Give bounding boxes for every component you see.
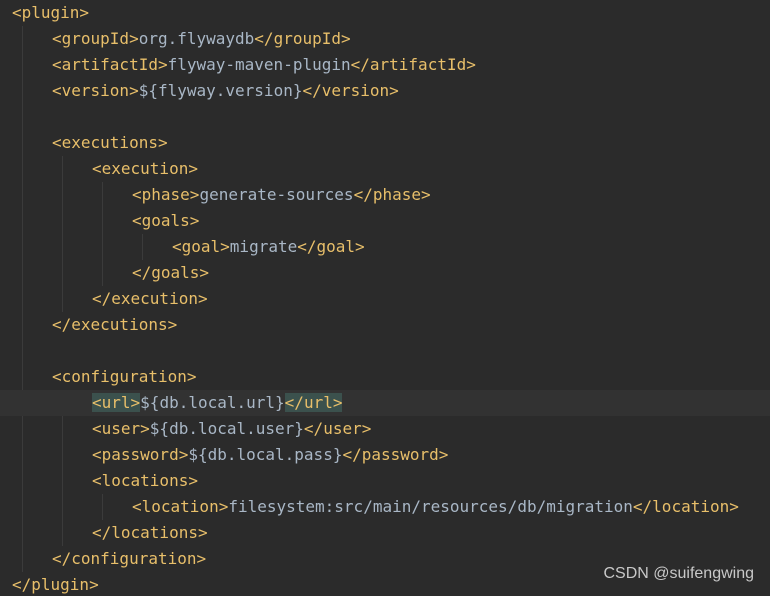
code-line[interactable]: </executions> bbox=[0, 312, 770, 338]
code-line[interactable]: <plugin> bbox=[0, 0, 770, 26]
code-line[interactable]: <location>filesystem:src/main/resources/… bbox=[0, 494, 770, 520]
xml-value: migrate bbox=[229, 237, 298, 256]
xml-tag: <executions> bbox=[52, 133, 168, 152]
code-line[interactable]: <configuration> bbox=[0, 364, 770, 390]
xml-tag: </artifactId> bbox=[350, 55, 476, 74]
code-line-current[interactable]: <url>${db.local.url}</url> bbox=[0, 390, 770, 416]
xml-tag: <artifactId> bbox=[52, 55, 168, 74]
xml-tag: </phase> bbox=[353, 185, 431, 204]
xml-tag: </password> bbox=[342, 445, 449, 464]
code-line[interactable]: <goals> bbox=[0, 208, 770, 234]
xml-tag: <execution> bbox=[92, 159, 198, 178]
xml-tag: </goals> bbox=[132, 263, 210, 282]
code-editor[interactable]: <plugin> <groupId>org.flywaydb</groupId>… bbox=[0, 0, 770, 596]
xml-value: ${db.local.url} bbox=[140, 393, 285, 412]
xml-tag: </groupId> bbox=[254, 29, 351, 48]
code-line[interactable]: <password>${db.local.pass}</password> bbox=[0, 442, 770, 468]
code-line-empty[interactable] bbox=[0, 104, 770, 130]
xml-value: ${flyway.version} bbox=[138, 81, 303, 100]
xml-tag: </configuration> bbox=[52, 549, 207, 568]
xml-tag: <locations> bbox=[92, 471, 198, 490]
code-line[interactable]: </goals> bbox=[0, 260, 770, 286]
code-line[interactable]: <goal>migrate</goal> bbox=[0, 234, 770, 260]
xml-tag-highlighted: <url> bbox=[92, 393, 141, 412]
xml-value: org.flywaydb bbox=[138, 29, 255, 48]
xml-tag: <groupId> bbox=[52, 29, 139, 48]
code-line[interactable]: <executions> bbox=[0, 130, 770, 156]
xml-tag: </execution> bbox=[92, 289, 208, 308]
xml-tag: <password> bbox=[92, 445, 189, 464]
code-line-empty[interactable] bbox=[0, 338, 770, 364]
xml-value: generate-sources bbox=[199, 185, 354, 204]
xml-tag: <phase> bbox=[132, 185, 200, 204]
xml-tag: <goal> bbox=[172, 237, 230, 256]
xml-tag: <goals> bbox=[132, 211, 200, 230]
xml-value: ${db.local.pass} bbox=[188, 445, 343, 464]
code-line[interactable]: <execution> bbox=[0, 156, 770, 182]
xml-tag: </locations> bbox=[92, 523, 208, 542]
code-line[interactable]: <phase>generate-sources</phase> bbox=[0, 182, 770, 208]
code-line[interactable]: <user>${db.local.user}</user> bbox=[0, 416, 770, 442]
xml-value: filesystem:src/main/resources/db/migrati… bbox=[228, 497, 633, 516]
xml-tag-highlighted: </url> bbox=[284, 393, 343, 412]
xml-tag: </user> bbox=[303, 419, 372, 438]
xml-tag: </location> bbox=[632, 497, 739, 516]
xml-tag: </version> bbox=[302, 81, 399, 100]
code-line[interactable]: <version>${flyway.version}</version> bbox=[0, 78, 770, 104]
watermark: CSDN @suifengwing bbox=[603, 565, 754, 582]
code-line[interactable]: <artifactId>flyway-maven-plugin</artifac… bbox=[0, 52, 770, 78]
xml-value: ${db.local.user} bbox=[149, 419, 304, 438]
xml-tag: </plugin> bbox=[12, 575, 99, 594]
xml-tag: <plugin> bbox=[12, 3, 90, 22]
xml-value: flyway-maven-plugin bbox=[167, 55, 351, 74]
code-line[interactable]: </execution> bbox=[0, 286, 770, 312]
xml-tag: </executions> bbox=[52, 315, 178, 334]
code-line[interactable]: </locations> bbox=[0, 520, 770, 546]
xml-tag: <configuration> bbox=[52, 367, 197, 386]
code-line[interactable]: <groupId>org.flywaydb</groupId> bbox=[0, 26, 770, 52]
xml-tag: <location> bbox=[132, 497, 229, 516]
code-line[interactable]: <locations> bbox=[0, 468, 770, 494]
xml-tag: <version> bbox=[52, 81, 139, 100]
xml-tag: </goal> bbox=[297, 237, 365, 256]
xml-tag: <user> bbox=[92, 419, 150, 438]
